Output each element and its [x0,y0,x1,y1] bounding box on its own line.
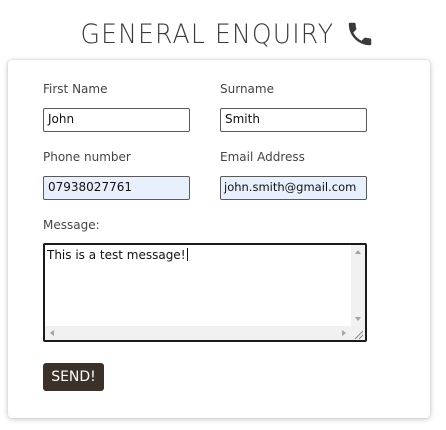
message-text: This is a test message! [47,248,188,262]
surname-label: Surname [220,82,274,96]
email-label: Email Address [220,150,305,164]
horizontal-scrollbar[interactable] [45,326,351,340]
enquiry-page: GENERAL ENQUIRY First Name John Surname … [0,0,446,430]
vertical-scrollbar[interactable] [351,245,365,326]
scroll-down-arrow-icon[interactable] [355,317,361,321]
phone-label: Phone number [43,150,131,164]
resize-handle-icon[interactable] [351,326,365,340]
phone-icon [345,19,375,49]
text-caret [186,248,188,261]
page-title: GENERAL ENQUIRY [80,18,334,50]
scroll-left-arrow-icon[interactable] [50,330,54,336]
first-name-field[interactable]: John [43,108,190,132]
email-field[interactable]: john.smith@gmail.com [220,176,367,200]
send-button[interactable]: SEND! [43,363,104,391]
message-textarea[interactable]: This is a test message! [43,243,367,342]
message-label: Message: [43,218,100,232]
first-name-label: First Name [43,82,108,96]
page-heading: GENERAL ENQUIRY [0,14,446,54]
scroll-up-arrow-icon[interactable] [355,250,361,254]
surname-field[interactable]: Smith [220,108,367,132]
phone-field[interactable]: 07938027761 [43,176,190,200]
scroll-right-arrow-icon[interactable] [342,330,346,336]
enquiry-form-card: First Name John Surname Smith Phone numb… [8,60,430,418]
